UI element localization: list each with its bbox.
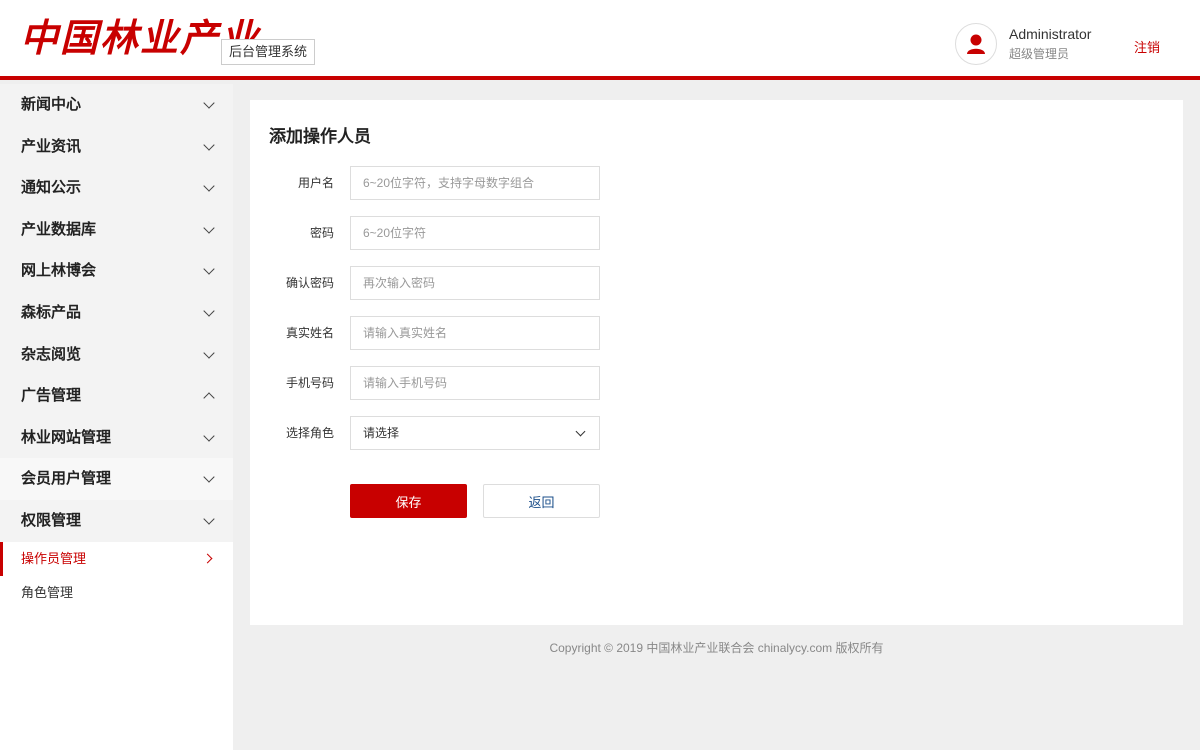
form-row-username: 用户名	[250, 166, 850, 200]
sidebar-item-label: 森标产品	[21, 303, 82, 321]
sidebar-item-label: 网上林博会	[21, 262, 97, 280]
sidebar-subitem-label: 角色管理	[21, 584, 74, 600]
user-role: 超级管理员	[1009, 47, 1070, 61]
username-label: 用户名	[297, 176, 334, 190]
chevron-down-icon	[203, 222, 215, 234]
chevron-down-icon	[575, 426, 586, 437]
page-title: 添加操作人员	[269, 127, 371, 146]
chevron-up-icon	[203, 392, 215, 404]
logout-link[interactable]: 注销	[1134, 37, 1160, 56]
chevron-down-icon	[203, 263, 215, 276]
real-name-input[interactable]	[350, 316, 600, 350]
sidebar-item-forestry-sites[interactable]: 林业网站管理	[0, 416, 233, 459]
sidebar-item-label: 产业资讯	[21, 137, 82, 155]
sidebar-item-ads[interactable]: 广告管理	[0, 375, 233, 417]
phone-label: 手机号码	[285, 376, 334, 390]
avatar[interactable]	[955, 23, 997, 65]
confirm-password-input[interactable]	[350, 266, 600, 300]
confirm-password-label: 确认密码	[285, 276, 334, 290]
sidebar-item-label: 广告管理	[21, 387, 82, 405]
user-icon	[967, 34, 985, 54]
sidebar-item-news[interactable]: 新闻中心	[0, 84, 233, 126]
password-input[interactable]	[350, 216, 600, 250]
role-label: 选择角色	[285, 426, 334, 440]
form-row-password: 密码	[250, 216, 850, 250]
sidebar-item-notices[interactable]: 通知公示	[0, 167, 233, 209]
user-name: Administrator	[1009, 26, 1092, 42]
chevron-down-icon	[203, 513, 215, 525]
sidebar-item-industry-database[interactable]: 产业数据库	[0, 208, 233, 251]
phone-input[interactable]	[350, 366, 600, 400]
sidebar-subitem-operators[interactable]: 操作员管理	[0, 541, 233, 576]
back-button[interactable]: 返回	[483, 484, 600, 518]
sidebar-item-label: 杂志阅览	[21, 345, 82, 363]
role-select-value: 请选择	[363, 426, 400, 440]
sidebar-item-label: 会员用户管理	[21, 470, 112, 488]
footer-copyright: Copyright © 2019 中国林业产业联合会 chinalycy.com…	[549, 641, 884, 655]
save-button[interactable]: 保存	[350, 484, 467, 518]
chevron-down-icon	[203, 471, 215, 484]
sidebar-item-label: 权限管理	[21, 511, 82, 529]
chevron-down-icon	[203, 180, 215, 192]
sidebar-item-permissions[interactable]: 权限管理	[0, 499, 233, 542]
password-label: 密码	[309, 226, 334, 240]
sidebar-item-magazines[interactable]: 杂志阅览	[0, 333, 233, 376]
sidebar-item-label: 通知公示	[21, 179, 82, 197]
form-row-role: 选择角色 请选择	[250, 416, 850, 450]
header: 中国林业产业 后台管理系统 Administrator 超级管理员 注销	[0, 0, 1200, 80]
chevron-down-icon	[203, 346, 215, 359]
sidebar-item-label: 新闻中心	[21, 96, 82, 113]
role-select[interactable]: 请选择	[350, 416, 600, 450]
main-panel: 添加操作人员 用户名 密码 确认密码 真实姓名 手机号码 选择角色 请选择 保存…	[250, 100, 1183, 625]
sidebar: 新闻中心 产业资讯 通知公示 产业数据库 网上林博会 森标产品 杂志阅览 广告管…	[0, 84, 233, 750]
chevron-down-icon	[203, 138, 215, 151]
chevron-down-icon	[203, 430, 215, 442]
form-row-phone: 手机号码	[250, 366, 850, 400]
chevron-right-icon	[202, 553, 213, 563]
username-input[interactable]	[350, 166, 600, 200]
sidebar-item-forest-products[interactable]: 森标产品	[0, 291, 233, 334]
chevron-down-icon	[203, 97, 215, 109]
sidebar-item-label: 林业网站管理	[21, 428, 112, 446]
sidebar-subitem-label: 操作员管理	[21, 550, 87, 566]
chevron-down-icon	[203, 305, 215, 317]
form-row-real-name: 真实姓名	[250, 316, 850, 350]
system-name: 后台管理系统	[221, 39, 316, 65]
form-row-confirm-password: 确认密码	[250, 266, 850, 300]
sidebar-item-industry-info[interactable]: 产业资讯	[0, 125, 233, 168]
sidebar-item-label: 产业数据库	[21, 220, 97, 238]
sidebar-item-members[interactable]: 会员用户管理	[0, 458, 233, 500]
real-name-label: 真实姓名	[285, 326, 334, 340]
sidebar-subitem-roles[interactable]: 角色管理	[0, 575, 233, 610]
sidebar-item-online-expo[interactable]: 网上林博会	[0, 250, 233, 292]
